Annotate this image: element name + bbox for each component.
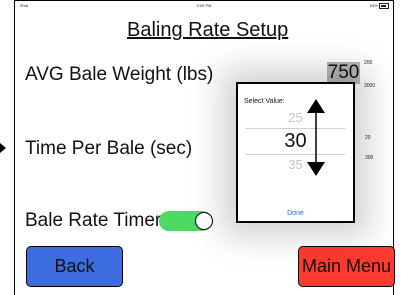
battery-percent: 63% xyxy=(369,3,378,9)
time-per-bale-range-min: 300 xyxy=(365,155,374,161)
picker-done-button[interactable]: Done xyxy=(238,210,353,217)
picker-title: Select Value: xyxy=(244,98,285,105)
picker-option-selected[interactable]: 30 xyxy=(238,130,353,153)
bale-weight-range-max: 200 xyxy=(364,60,373,66)
status-bar: iPad 3:09 PM 63% xyxy=(15,1,393,10)
toggle-knob xyxy=(195,212,213,230)
bale-weight-label: AVG Bale Weight (lbs) xyxy=(25,64,214,85)
status-time: 3:09 PM xyxy=(196,3,212,8)
bale-weight-value[interactable]: 750 xyxy=(327,62,360,84)
picker-option-next[interactable]: 35 xyxy=(238,157,353,172)
picker-divider-bottom xyxy=(246,154,345,155)
bale-weight-range-min: 3000 xyxy=(364,83,376,89)
picker-option-prev[interactable]: 25 xyxy=(238,110,353,125)
battery-status: 63% xyxy=(370,3,389,9)
pointer-arrow-icon xyxy=(0,143,6,153)
value-picker-popover: Select Value: 25 30 35 Done xyxy=(236,82,355,223)
main-menu-button[interactable]: Main Menu xyxy=(298,246,395,287)
time-per-bale-range-max: 20 xyxy=(365,135,371,141)
battery-icon xyxy=(379,3,389,9)
picker-divider-top xyxy=(246,128,345,129)
page-title: Baling Rate Setup xyxy=(127,19,289,41)
bale-rate-timer-label: Bale Rate Timer xyxy=(25,210,162,231)
back-button[interactable]: Back xyxy=(26,246,123,287)
bale-rate-timer-toggle[interactable] xyxy=(159,211,213,231)
screen-border-left xyxy=(14,0,15,295)
time-per-bale-label: Time Per Bale (sec) xyxy=(25,138,193,159)
scroll-arrows-icon xyxy=(307,99,325,176)
